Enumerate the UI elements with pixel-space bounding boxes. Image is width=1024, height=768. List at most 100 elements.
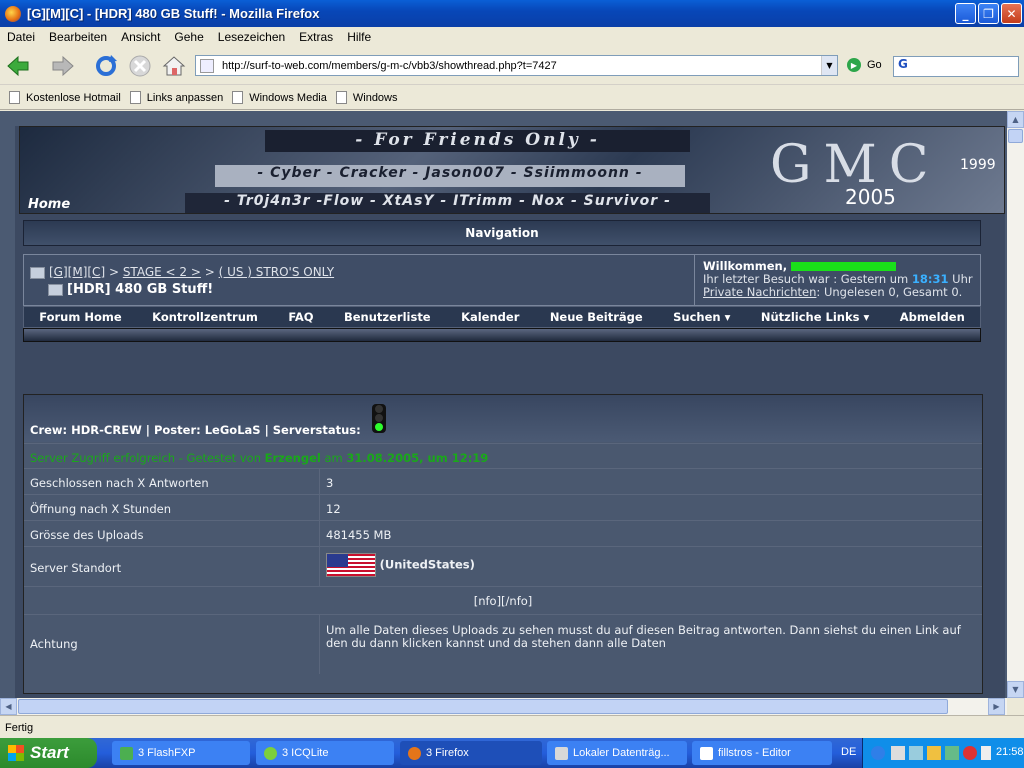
bookmarks-toolbar: Kostenlose Hotmail Links anpassen Window… [0, 86, 1024, 110]
menu-gehe[interactable]: Gehe [167, 30, 210, 44]
scroll-right-icon[interactable]: ▶ [988, 698, 1005, 715]
task-flashfxp[interactable]: 3 FlashFXP [112, 741, 250, 765]
crumb-gmc[interactable]: [G][M][C] [49, 265, 105, 279]
nav-faq[interactable]: FAQ [288, 310, 313, 324]
row-label: Achtung [30, 637, 78, 651]
forward-icon[interactable] [50, 53, 76, 79]
search-input[interactable]: G [893, 56, 1019, 77]
server-tester: Erzengel [264, 451, 321, 465]
username-highlight [790, 262, 896, 271]
table-row: Achtung Um alle Daten dieses Uploads zu … [24, 614, 982, 674]
navigation-header: Navigation [23, 220, 981, 246]
task-editor[interactable]: fillstros - Editor [692, 741, 832, 765]
vertical-scroll-thumb[interactable] [1008, 129, 1023, 143]
network-icon[interactable] [909, 746, 923, 760]
bookmark-label: Links anpassen [146, 91, 224, 104]
bookmark-item[interactable]: Links anpassen [129, 91, 224, 104]
row-label: Öffnung nach X Stunden [30, 502, 171, 516]
volume-icon[interactable] [981, 746, 991, 760]
tray-expand-icon[interactable] [871, 746, 885, 760]
thread-title: [HDR] 480 GB Stuff! [48, 282, 213, 297]
nav-forum-home[interactable]: Forum Home [39, 310, 121, 324]
page-viewport: - For Friends Only - - Cyber - Cracker -… [0, 111, 1007, 698]
antivirus-icon[interactable] [963, 746, 977, 760]
bookmark-label: Kostenlose Hotmail [26, 91, 121, 104]
task-label: 3 Firefox [426, 747, 469, 759]
scroll-left-icon[interactable]: ◀ [0, 698, 17, 715]
task-label: Lokaler Datenträg... [573, 747, 670, 759]
bookmark-item[interactable]: Kostenlose Hotmail [9, 91, 121, 104]
row-label: Server Standort [30, 561, 122, 575]
task-label: 3 ICQLite [282, 747, 329, 759]
nav-benutzerliste[interactable]: Benutzerliste [344, 310, 431, 324]
breadcrumb: [G][M][C] > STAGE < 2 > > ( US ) STRO'S … [30, 265, 334, 279]
minimize-button[interactable]: _ [955, 3, 976, 24]
bookmark-item[interactable]: Windows Media [232, 91, 327, 104]
menu-datei[interactable]: Datei [0, 30, 42, 44]
close-button[interactable]: ✕ [1001, 3, 1022, 24]
nvidia-icon[interactable] [945, 746, 959, 760]
scroll-up-icon[interactable]: ▲ [1007, 111, 1024, 128]
horizontal-scroll-thumb[interactable] [18, 699, 948, 714]
task-firefox[interactable]: 3 Firefox [400, 741, 542, 765]
nav-kalender[interactable]: Kalender [461, 310, 519, 324]
url-text[interactable]: http://surf-to-web.com/members/g-m-c/vbb… [222, 60, 821, 72]
forum-banner: - For Friends Only - - Cyber - Cracker -… [19, 126, 1005, 214]
row-label: Grösse des Uploads [30, 528, 144, 542]
menu-hilfe[interactable]: Hilfe [340, 30, 378, 44]
nav-nuetzliche-links[interactable]: Nützliche Links ▾ [761, 310, 869, 324]
task-icqlite[interactable]: 3 ICQLite [256, 741, 394, 765]
post-box: Crew: HDR-CREW | Poster: LeGoLaS | Serve… [23, 394, 983, 694]
maximize-button[interactable]: ❐ [978, 3, 999, 24]
row-value: Um alle Daten dieses Uploads zu sehen mu… [326, 623, 961, 650]
bookmark-label: Windows Media [249, 91, 327, 104]
task-explorer[interactable]: Lokaler Datenträg... [547, 741, 687, 765]
home-icon[interactable] [161, 53, 187, 79]
nav-suchen[interactable]: Suchen ▾ [673, 310, 730, 324]
forum-nav-links: Forum Home Kontrollzentrum FAQ Benutzerl… [23, 306, 981, 328]
nav-kontrollzentrum[interactable]: Kontrollzentrum [152, 310, 258, 324]
banner-members-row1: - Cyber - Cracker - Jason007 - Ssiimmoon… [215, 165, 685, 187]
back-icon[interactable] [5, 53, 31, 79]
welcome-greeting: Willkommen, [703, 259, 788, 273]
taskbar: Start 3 FlashFXP 3 ICQLite 3 Firefox Lok… [0, 738, 1024, 768]
security-icon[interactable] [927, 746, 941, 760]
tray-app-icon[interactable] [891, 746, 905, 760]
crumb-stage[interactable]: STAGE < 2 > [123, 265, 201, 279]
stop-icon[interactable] [127, 53, 153, 79]
language-indicator[interactable]: DE [841, 746, 856, 758]
nav-neue-beitraege[interactable]: Neue Beiträge [550, 310, 643, 324]
clock[interactable]: 21:58 [996, 746, 1024, 758]
vertical-scrollbar[interactable]: ▲ ▼ [1007, 111, 1024, 698]
scroll-down-icon[interactable]: ▼ [1007, 681, 1024, 698]
menu-bar: Datei Bearbeiten Ansicht Gehe Lesezeiche… [0, 27, 1024, 47]
row-value: (UnitedStates) [379, 557, 475, 572]
row-value: 3 [326, 476, 334, 490]
nfo-row: [nfo][/nfo] [24, 586, 982, 614]
menu-ansicht[interactable]: Ansicht [114, 30, 167, 44]
go-icon: ▶ [847, 58, 861, 72]
page-icon [129, 91, 141, 104]
table-row: Öffnung nach X Stunden 12 [24, 494, 982, 520]
horizontal-scrollbar[interactable]: ◀ ▶ [0, 698, 1007, 715]
menu-bearbeiten[interactable]: Bearbeiten [42, 30, 114, 44]
page-icon [335, 91, 347, 104]
last-visit-text: Ihr letzter Besuch war : Gestern um [703, 272, 909, 286]
server-status-am: am [324, 451, 343, 465]
us-flag-icon [326, 553, 376, 577]
url-dropdown-icon[interactable]: ▼ [821, 56, 837, 75]
bookmark-item[interactable]: Windows [335, 91, 398, 104]
window-title: [G][M][C] - [HDR] 480 GB Stuff! - Mozill… [27, 6, 320, 21]
menu-lesezeichen[interactable]: Lesezeichen [211, 30, 292, 44]
banner-year-end: 2005 [845, 185, 896, 209]
go-button[interactable]: ▶ Go [847, 58, 882, 72]
menu-extras[interactable]: Extras [292, 30, 340, 44]
crumb-us-stros[interactable]: ( US ) STRO'S ONLY [219, 265, 335, 279]
url-bar[interactable]: http://surf-to-web.com/members/g-m-c/vbb… [195, 55, 838, 76]
start-button[interactable]: Start [0, 738, 97, 768]
home-link[interactable]: Home [28, 197, 70, 212]
reload-icon[interactable] [93, 53, 119, 79]
nav-abmelden[interactable]: Abmelden [900, 310, 965, 324]
private-messages-link[interactable]: Private Nachrichten [703, 285, 816, 299]
page-icon [200, 58, 214, 73]
